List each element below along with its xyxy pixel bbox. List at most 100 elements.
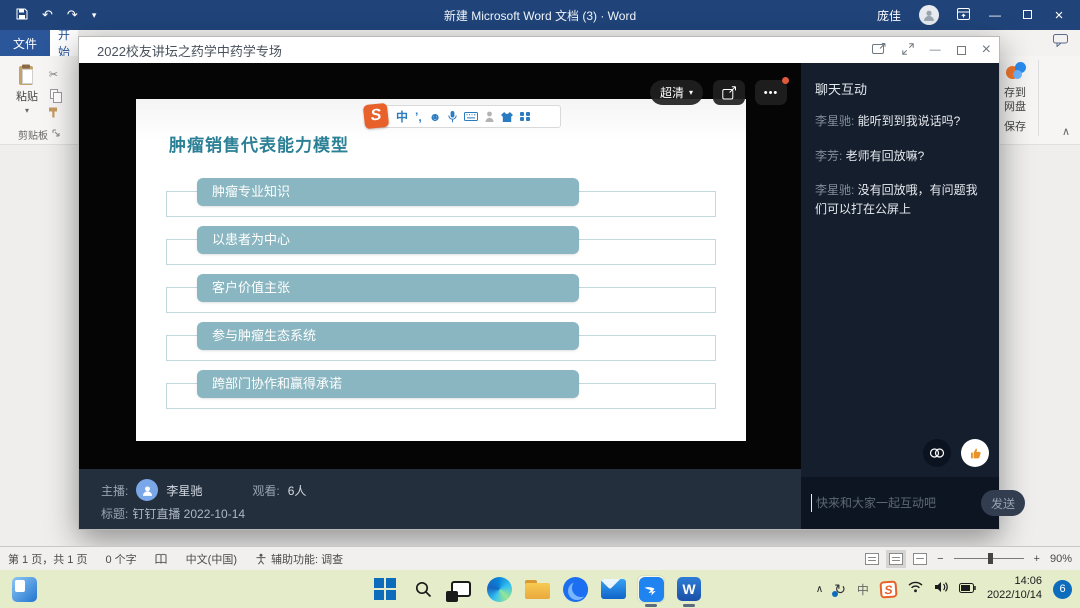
live-video-area[interactable]: S 中 ’, ☻ — [79, 63, 801, 529]
zoom-slider-handle[interactable] — [988, 553, 993, 564]
clock[interactable]: 14:06 2022/10/14 — [987, 575, 1042, 603]
chat-sender-name: 李芳: — [815, 149, 846, 163]
capability-row: 跨部门协作和赢得承诺 — [166, 370, 716, 412]
zoom-percentage[interactable]: 90% — [1050, 553, 1072, 565]
battery-icon[interactable] — [959, 580, 976, 598]
word-minimize-button[interactable]: — — [988, 8, 1002, 22]
wifi-icon[interactable] — [908, 580, 923, 598]
volume-icon[interactable] — [934, 580, 948, 598]
capability-bar: 肿瘤专业知识 — [197, 178, 579, 206]
page-indicator[interactable]: 第 1 页，共 1 页 — [8, 551, 87, 567]
word-app-button[interactable]: W — [676, 576, 702, 602]
undo-button[interactable]: ↶ — [42, 7, 53, 23]
account-avatar[interactable] — [919, 5, 939, 25]
send-button[interactable]: 发送 — [981, 490, 1025, 516]
chat-sender-name: 李星驰: — [815, 114, 858, 128]
sogou-logo-icon[interactable]: S — [363, 103, 389, 129]
ime-emoji-icon[interactable]: ☻ — [429, 110, 442, 124]
more-options-button[interactable]: ••• — [755, 80, 787, 105]
capability-row: 客户价值主张 — [166, 274, 716, 316]
share-link-button[interactable] — [923, 439, 951, 467]
mini-window-icon[interactable] — [872, 43, 886, 58]
fullscreen-icon[interactable] — [902, 43, 914, 58]
task-view-button[interactable] — [448, 576, 474, 602]
webinar-close-button[interactable]: × — [982, 41, 991, 59]
browser-button[interactable] — [562, 576, 588, 602]
edge-icon — [487, 577, 512, 602]
format-painter-icon[interactable] — [48, 107, 59, 121]
ime-skin-icon[interactable] — [501, 112, 513, 122]
active-app-indicator — [645, 604, 657, 607]
qat-customize-button[interactable]: ▾ — [92, 10, 97, 21]
file-explorer-button[interactable] — [524, 576, 550, 602]
cut-icon[interactable]: ✂ — [49, 68, 58, 81]
edge-browser-button[interactable] — [486, 576, 512, 602]
ribbon-tab-row-right — [1000, 30, 1080, 56]
word-close-button[interactable]: × — [1052, 7, 1066, 24]
search-button[interactable] — [410, 576, 436, 602]
viewers-label: 观看: — [252, 482, 279, 499]
paste-button[interactable]: 粘贴 ▾ — [10, 64, 44, 136]
quality-selector[interactable]: 超清 ▾ — [650, 80, 703, 105]
read-mode-icon[interactable] — [865, 553, 879, 565]
netdisk-addin-icon[interactable] — [1006, 62, 1028, 82]
webinar-titlebar[interactable]: 2022校友讲坛之药学中药学专场 — × — [79, 37, 999, 63]
desktop-screen: ↶ ↷ ▾ 新建 Microsoft Word 文档 (3) · Word 庞佳… — [0, 0, 1080, 608]
ime-keyboard-icon[interactable] — [464, 112, 478, 121]
ime-account-icon[interactable] — [485, 111, 494, 122]
start-button[interactable] — [372, 576, 398, 602]
redo-button[interactable]: ↷ — [67, 7, 78, 23]
tray-chevron-icon[interactable]: ∧ — [816, 584, 823, 595]
copy-icon[interactable] — [50, 89, 58, 99]
mail-button[interactable] — [600, 576, 626, 602]
chat-input[interactable] — [811, 494, 973, 512]
accessibility-status[interactable]: 辅助功能: 调查 — [255, 551, 343, 567]
ellipsis-icon: ••• — [764, 87, 779, 99]
clipboard-dialog-launcher-icon[interactable] — [52, 129, 60, 140]
ime-toolbox-icon[interactable] — [520, 112, 530, 122]
capability-row: 参与肿瘤生态系统 — [166, 322, 716, 364]
proofing-icon[interactable] — [155, 553, 168, 565]
webinar-window: 2022校友讲坛之药学中药学专场 — × S 中 — [78, 36, 1000, 530]
chat-message: 李星驰: 能听到到我说话吗? — [815, 112, 985, 131]
chat-message-list[interactable]: 李星驰: 能听到到我说话吗? 李芳: 老师有回放嘛? 李星驰: 没有回放哦，有问… — [801, 108, 999, 238]
ime-voice-icon[interactable] — [448, 111, 457, 123]
account-name[interactable]: 庞佳 — [877, 7, 901, 24]
widgets-icon[interactable] — [12, 577, 37, 602]
ime-language-toggle[interactable]: 中 — [396, 108, 408, 125]
sync-tray-icon[interactable]: ↻ — [834, 581, 846, 598]
web-layout-icon[interactable] — [913, 553, 927, 565]
word-count[interactable]: 0 个字 — [105, 551, 136, 567]
print-layout-icon[interactable] — [889, 553, 903, 565]
language-indicator[interactable]: 中文(中国) — [186, 551, 237, 567]
thumbs-up-button[interactable] — [961, 439, 989, 467]
zoom-out-button[interactable]: − — [937, 553, 943, 565]
webinar-minimize-button[interactable]: — — [930, 44, 941, 56]
cast-screen-button[interactable] — [713, 80, 745, 105]
dingtalk-button[interactable] — [638, 576, 664, 602]
chat-message-text: 能听到到我说话吗? — [858, 114, 961, 128]
tab-file[interactable]: 文件 — [0, 30, 50, 56]
notification-count-badge[interactable]: 6 — [1053, 580, 1072, 599]
word-document-area-right — [1000, 145, 1080, 546]
comments-icon[interactable] — [1053, 34, 1068, 52]
capability-bar: 跨部门协作和赢得承诺 — [197, 370, 579, 398]
tab-home[interactable]: 开始 — [50, 30, 78, 56]
webinar-maximize-button[interactable] — [957, 43, 966, 58]
ime-punctuation-icon[interactable]: ’, — [415, 110, 422, 124]
zoom-in-button[interactable]: + — [1034, 553, 1040, 565]
word-restore-button[interactable] — [1020, 8, 1034, 22]
active-app-indicator — [683, 604, 695, 607]
collapse-ribbon-icon[interactable]: ∧ — [1062, 125, 1070, 138]
viewers-count: 6人 — [288, 482, 307, 499]
clipboard-group-label: 剪贴板 — [18, 127, 48, 142]
chat-message-text: 老师有回放嘛? — [846, 149, 925, 163]
ribbon-display-options-icon[interactable] — [957, 8, 970, 23]
paste-dropdown-icon[interactable]: ▾ — [25, 106, 29, 115]
word-titlebar: ↶ ↷ ▾ 新建 Microsoft Word 文档 (3) · Word 庞佳… — [0, 0, 1080, 30]
save-icon[interactable] — [16, 8, 28, 23]
host-avatar[interactable] — [136, 479, 158, 501]
sogou-tray-icon[interactable]: S — [879, 580, 897, 598]
zoom-slider[interactable] — [954, 558, 1024, 559]
ime-mode-tray-icon[interactable]: 中 — [857, 581, 869, 598]
